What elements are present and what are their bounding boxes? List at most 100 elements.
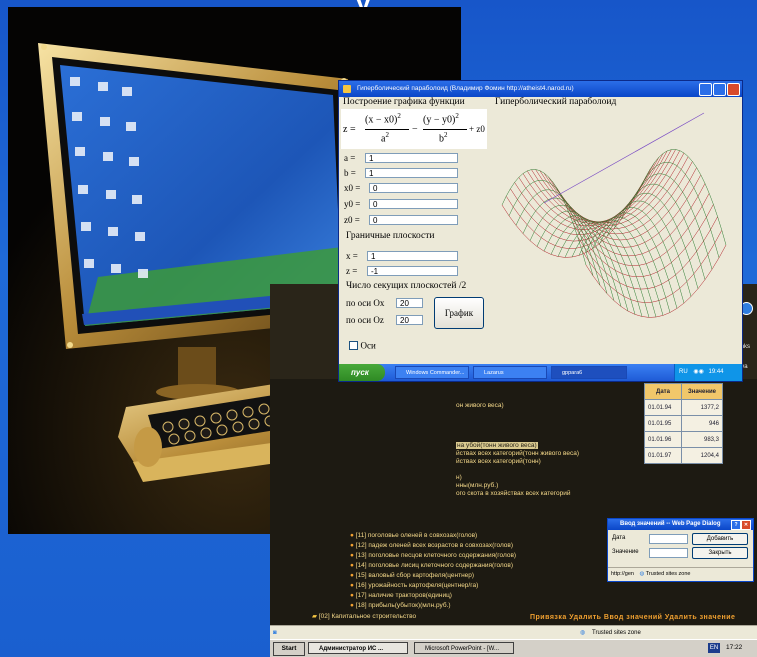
close-button[interactable]: Закрыть: [692, 547, 748, 559]
param-b-input[interactable]: 1: [365, 168, 458, 178]
plot-button[interactable]: График: [434, 297, 484, 329]
language-indicator[interactable]: RU: [675, 369, 688, 375]
tray-icon[interactable]: ◉◉: [689, 369, 703, 375]
upper-list-fragment: н): [456, 474, 462, 481]
planes-heading: Число секущих плоскостей /2: [346, 281, 467, 291]
upper-list-fragment: йствах всех категорий(тонн): [456, 458, 541, 465]
boundary-z-input[interactable]: -1: [367, 266, 458, 276]
close-button[interactable]: [727, 83, 740, 96]
paraboloid-window: Гиперболический параболоид (Владимир Фом…: [339, 81, 742, 381]
upper-list-fragment: он живого веса): [456, 402, 504, 409]
taskbar-item-gppara[interactable]: gppara6: [551, 366, 627, 379]
param-z0-input[interactable]: 0: [369, 215, 458, 225]
axes-checkbox[interactable]: Оси: [349, 340, 376, 351]
formula: z = (x − x0)2 a2 − (y − y0)2 b2 + z0: [341, 109, 487, 149]
language-indicator[interactable]: EN: [708, 643, 720, 653]
list-item[interactable]: ● [12] падеж оленей всех возрастов в сов…: [350, 542, 513, 549]
mesh-line-x: [547, 156, 689, 230]
table-cell: 01.01.94: [644, 399, 682, 416]
list-item[interactable]: ● [16] урожайность картофеля(центнер/га): [350, 582, 478, 589]
heading: Построение графика функции: [343, 97, 465, 107]
window-title: Гиперболический параболоид (Владимир Фом…: [357, 85, 574, 92]
param-a-input[interactable]: 1: [365, 153, 458, 163]
taskbar-item-commander[interactable]: Windows Commander...: [395, 366, 469, 379]
start-button[interactable]: Start: [273, 642, 305, 656]
status-bar: ◙ ◍ Trusted sites zone: [270, 625, 757, 640]
globe-icon: ◍: [580, 630, 586, 636]
folder-item[interactable]: ▰ [02] Капитальное строительство: [312, 612, 416, 620]
table-cell: 01.01.95: [644, 415, 682, 432]
upper-list-fragment-highlighted[interactable]: на убой(тонн живого веса): [456, 442, 538, 449]
dialog-title: Ввод значений -- Web Page Dialog: [620, 521, 721, 527]
input-dialog: Ввод значений -- Web Page Dialog ? ✕ Дат…: [607, 518, 754, 582]
param-x0-label: x0 =: [344, 183, 361, 193]
table-row[interactable]: 01.01.96 983,3: [644, 431, 723, 448]
date-label: Дата: [612, 535, 626, 541]
mesh-line-x: [560, 174, 702, 248]
param-b-label: b =: [344, 168, 356, 178]
table-cell: 946: [681, 415, 723, 432]
plot-title: Гиперболический параболоид: [495, 97, 617, 107]
taskbar: Start Администратор ИС ... Microsoft Pow…: [270, 639, 757, 657]
values-table: Дата Значение 01.01.94 1377,2 01.01.95 946…: [644, 383, 723, 464]
param-y0-input[interactable]: 0: [369, 199, 458, 209]
mesh-line-y: [571, 221, 657, 318]
table-cell: 983,3: [681, 431, 723, 448]
minimize-button[interactable]: [699, 83, 712, 96]
planes-ox-input[interactable]: 20: [396, 298, 423, 308]
surface-mesh: [501, 112, 727, 318]
boundary-x-input[interactable]: 1: [367, 251, 458, 261]
list-item[interactable]: ● [14] поголовье лисиц клеточного содерж…: [350, 562, 513, 569]
page-icon: ◙: [273, 630, 277, 636]
globe-icon: ◍: [639, 571, 645, 577]
mesh-line-y: [578, 219, 664, 316]
table-cell: 1204,4: [681, 447, 723, 464]
list-item[interactable]: ● [15] валовый сбор картофеля(центнер): [350, 572, 474, 579]
clock: 17:22: [726, 644, 743, 651]
value-label: Значение: [612, 549, 639, 555]
list-item[interactable]: ● [11] поголовье оленей в совхозах(голов…: [350, 532, 477, 539]
start-button[interactable]: пуск: [339, 364, 385, 381]
footer-links[interactable]: Привязка Удалить Ввод значений Удалить з…: [530, 614, 735, 621]
value-input[interactable]: [649, 548, 688, 558]
paraboloid-plot: [501, 112, 727, 318]
maximize-button[interactable]: [713, 83, 726, 96]
folder-icon: ▰: [312, 613, 317, 620]
boundary-z-label: z =: [346, 266, 358, 276]
taskbar-item-powerpoint[interactable]: Microsoft PowerPoint - [W...: [414, 642, 514, 654]
add-button[interactable]: Добавить: [692, 533, 748, 545]
slide: { "title_fragment": "у", "paraboloid_win…: [0, 0, 757, 657]
planes-ox-label: по оси Ox: [346, 298, 385, 308]
param-z0-label: z0 =: [344, 215, 360, 225]
clock: 19:44: [708, 369, 724, 375]
dialog-status-bar: http://gen ◍ Trusted sites zone: [608, 567, 753, 581]
mesh-line-y: [557, 220, 643, 317]
taskbar-item-lazarus[interactable]: Lazarus: [473, 366, 547, 379]
mesh-line-y: [508, 180, 594, 276]
boundary-heading: Граничные плоскости: [346, 231, 435, 241]
table-row[interactable]: 01.01.94 1377,2: [644, 399, 723, 416]
mesh-line-x: [522, 153, 664, 227]
taskbar-item-admin[interactable]: Администратор ИС ...: [308, 642, 408, 654]
checkbox-box[interactable]: [349, 341, 358, 351]
param-y0-label: y0 =: [344, 199, 361, 209]
param-x0-input[interactable]: 0: [369, 183, 458, 193]
table-row[interactable]: 01.01.97 1204,4: [644, 447, 723, 464]
taskbar: пуск Windows Commander... Lazarus gppara…: [339, 364, 742, 381]
mesh-line-y: [543, 215, 629, 312]
planes-oz-input[interactable]: 20: [396, 315, 423, 325]
table-cell: 1377,2: [681, 399, 723, 416]
planes-oz-label: по оси Oz: [346, 315, 384, 325]
table-header-date: Дата: [644, 383, 682, 400]
close-icon[interactable]: ✕: [741, 520, 751, 530]
window-title-bar: Гиперболический параболоид (Владимир Фом…: [339, 81, 742, 97]
table-row[interactable]: 01.01.95 946: [644, 415, 723, 432]
list-item[interactable]: ● [18] прибыль(убыток)(млн.руб.): [350, 602, 451, 609]
help-icon[interactable]: ?: [731, 520, 741, 530]
list-item[interactable]: ● [13] поголовье песцов клеточного содер…: [350, 552, 516, 559]
upper-list-fragment: нны(млн.руб.): [456, 482, 499, 489]
list-item[interactable]: ● [17] наличие тракторов(единиц): [350, 592, 452, 599]
date-input[interactable]: [649, 534, 688, 544]
mesh-line-x: [526, 150, 668, 224]
mesh-line-y: [529, 204, 615, 301]
